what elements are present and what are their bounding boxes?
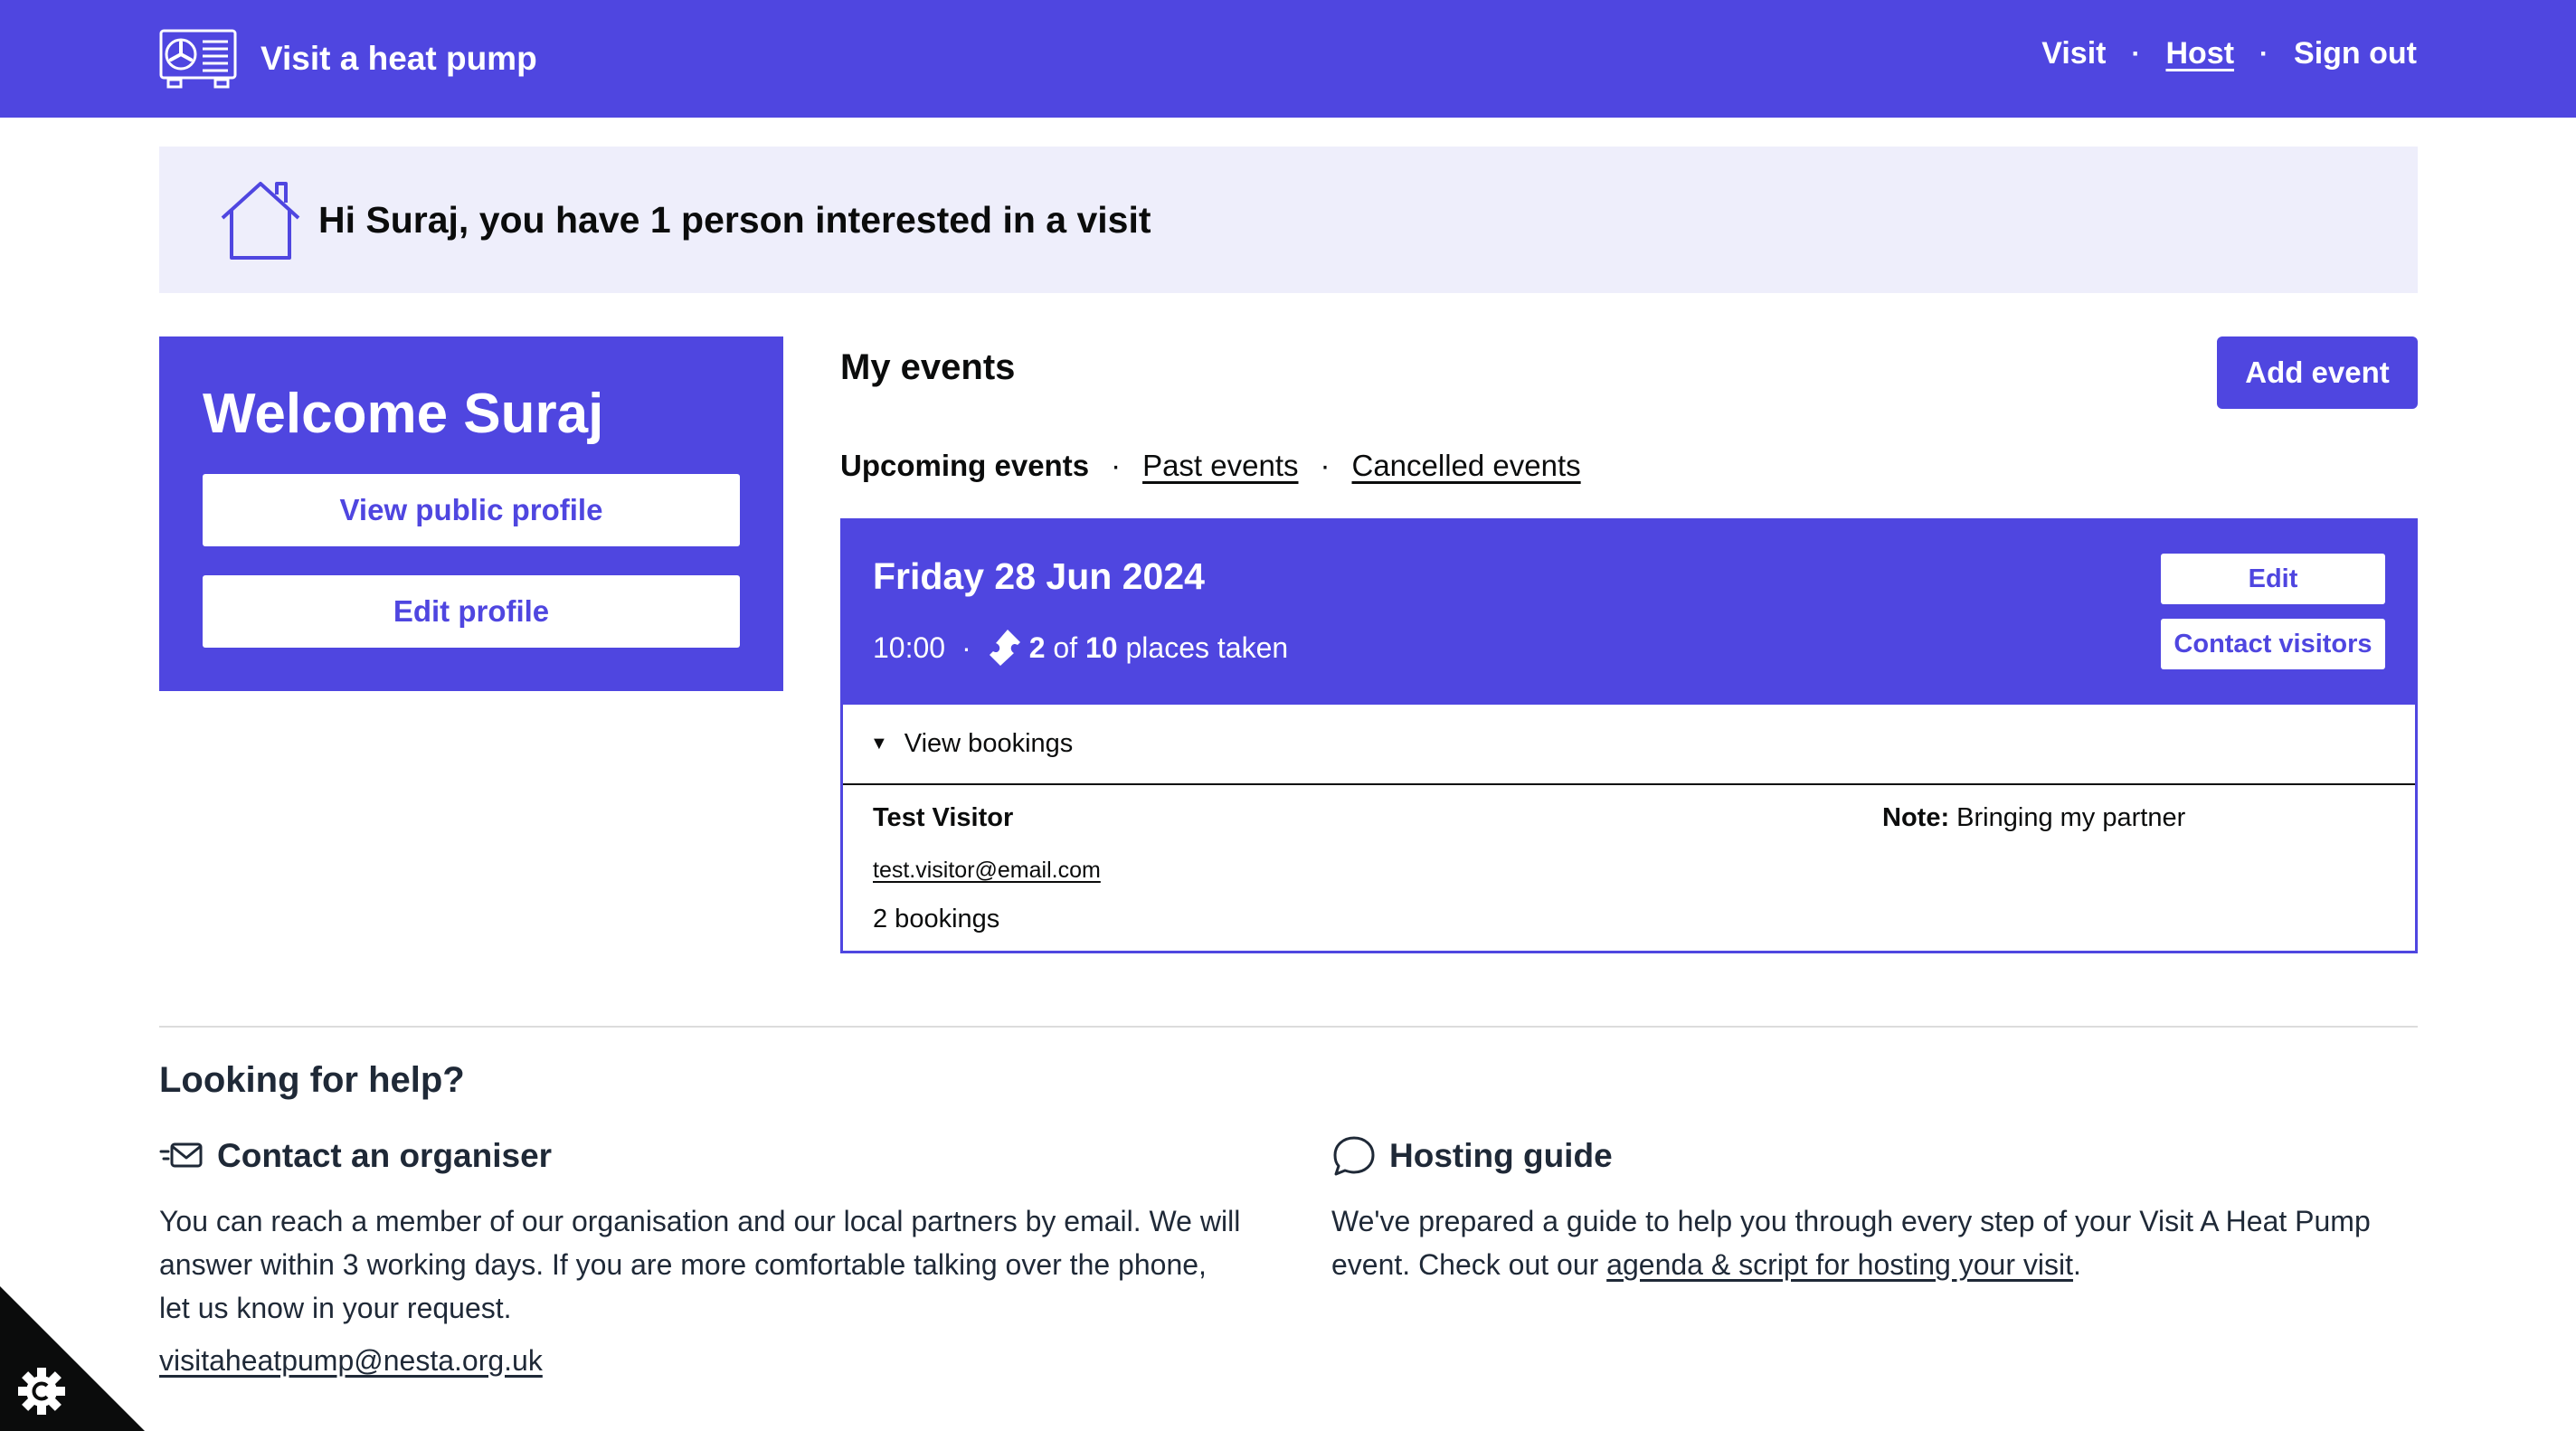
visitor-note: Note: Bringing my partner <box>1882 803 2185 833</box>
places-taken-count: 2 <box>1028 630 1046 664</box>
nav-visit-link[interactable]: Visit <box>2041 36 2106 71</box>
view-public-profile-button[interactable]: View public profile <box>203 474 740 546</box>
view-bookings-toggle[interactable]: ▼ View bookings <box>870 729 1073 759</box>
welcome-title: Welcome Suraj <box>203 383 604 445</box>
hosting-guide-body: We've prepared a guide to help you throu… <box>1331 1199 2417 1286</box>
settings-gear-icon <box>18 1368 65 1415</box>
note-label: Note: <box>1882 803 1950 832</box>
brand-link[interactable]: Visit a heat pump <box>159 29 537 89</box>
tab-separator: · <box>1111 449 1122 482</box>
contact-organiser-heading: Contact an organiser <box>159 1131 1245 1181</box>
nav-sign-out-link[interactable]: Sign out <box>2294 36 2417 71</box>
event-card: Friday 28 Jun 2024 10:00 · 2 of 10 place… <box>840 518 2418 953</box>
event-card-header: Friday 28 Jun 2024 10:00 · 2 of 10 place… <box>843 521 2415 705</box>
nav-separator: · <box>2259 38 2269 69</box>
triangle-down-icon: ▼ <box>870 734 888 753</box>
contact-organiser-body: You can reach a member of our organisati… <box>159 1205 1241 1324</box>
brand-name: Visit a heat pump <box>260 40 537 77</box>
tab-cancelled-events[interactable]: Cancelled events <box>1352 449 1581 483</box>
add-event-button[interactable]: Add event <box>2217 336 2418 409</box>
visitor-booking-count: 2 bookings <box>873 905 1000 933</box>
agenda-script-link[interactable]: agenda & script for hosting your visit <box>1606 1248 2073 1281</box>
my-events-title: My events <box>840 347 1016 387</box>
view-bookings-label: View bookings <box>904 729 1074 758</box>
speech-bubble-icon <box>1333 1136 1375 1176</box>
visitor-email-link[interactable]: test.visitor@email.com <box>873 858 1101 884</box>
heat-pump-icon <box>159 29 237 89</box>
house-icon <box>221 182 300 260</box>
hosting-guide-heading: Hosting guide <box>1331 1131 2417 1181</box>
hosting-guide-end: . <box>2072 1248 2081 1281</box>
envelope-icon <box>159 1142 203 1168</box>
event-filter-tabs: Upcoming events · Past events · Cancelle… <box>840 449 1581 483</box>
tab-upcoming-events[interactable]: Upcoming events <box>840 449 1089 483</box>
places-capacity: 10 <box>1085 630 1118 664</box>
section-divider <box>159 1026 2418 1028</box>
nav-host-link[interactable]: Host <box>2165 36 2234 71</box>
help-title: Looking for help? <box>159 1060 465 1100</box>
event-meta: 10:00 · 2 of 10 places taken <box>873 628 1288 668</box>
contact-organiser-section: Contact an organiser You can reach a mem… <box>159 1131 1245 1378</box>
contact-organiser-title: Contact an organiser <box>217 1137 553 1174</box>
edit-event-button[interactable]: Edit <box>2161 554 2385 604</box>
organiser-email-link[interactable]: visitaheatpump@nesta.org.uk <box>159 1344 543 1377</box>
event-date: Friday 28 Jun 2024 <box>873 555 1205 597</box>
visitor-name: Test Visitor <box>873 803 1014 832</box>
cookie-settings-button[interactable] <box>0 1286 145 1431</box>
edit-profile-button[interactable]: Edit profile <box>203 575 740 648</box>
banner-message: Hi Suraj, you have 1 person interested i… <box>318 198 1151 241</box>
nav-separator: · <box>2131 38 2141 69</box>
interest-banner: Hi Suraj, you have 1 person interested i… <box>159 147 2418 293</box>
tab-separator: · <box>1320 449 1331 482</box>
ticket-icon <box>989 630 1020 666</box>
places-taken-text: places taken <box>1125 630 1289 664</box>
site-header: Visit a heat pump Visit · Host · Sign ou… <box>0 0 2576 118</box>
contact-visitors-button[interactable]: Contact visitors <box>2161 619 2385 669</box>
main-nav: Visit · Host · Sign out <box>2041 36 2417 71</box>
welcome-card: Welcome Suraj View public profile Edit p… <box>159 336 783 691</box>
event-time: 10:00 <box>873 630 946 664</box>
bookings-divider <box>843 783 2415 785</box>
hosting-guide-section: Hosting guide We've prepared a guide to … <box>1331 1131 2417 1286</box>
meta-separator: · <box>961 630 971 664</box>
note-text: Bringing my partner <box>1956 803 2186 832</box>
tab-past-events[interactable]: Past events <box>1142 449 1298 483</box>
hosting-guide-title: Hosting guide <box>1389 1137 1613 1174</box>
places-of-text: of <box>1053 630 1078 664</box>
